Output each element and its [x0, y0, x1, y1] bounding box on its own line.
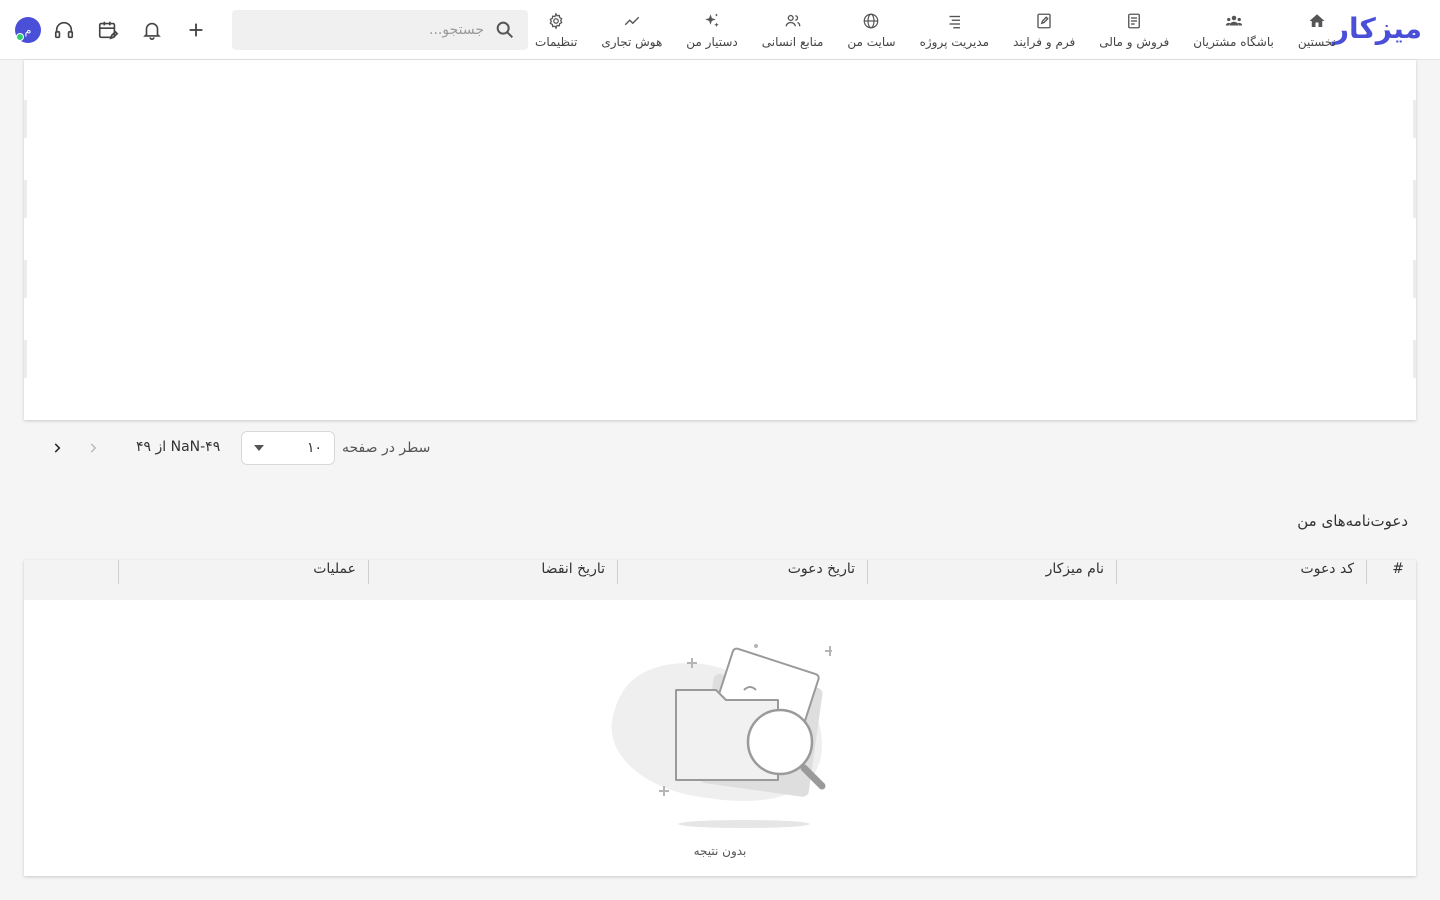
globe-icon	[861, 11, 881, 31]
rows-per-page-value: ۱۰	[306, 440, 322, 456]
row-edge	[24, 100, 27, 138]
nav-label: نخستین	[1297, 35, 1336, 49]
nav-item-sales-finance[interactable]: فروش و مالی	[1087, 0, 1181, 60]
nav-item-human-resources[interactable]: منابع انسانی	[750, 0, 836, 60]
main-nav: نخستین باشگاه مشتریان فروش و مالی فرم و …	[523, 0, 1348, 60]
row-edge	[1413, 260, 1416, 298]
empty-folder-search-icon	[611, 644, 832, 828]
home-icon	[1307, 11, 1327, 31]
nav-item-customer-club[interactable]: باشگاه مشتریان	[1181, 0, 1286, 60]
edit-note-icon	[1034, 11, 1054, 31]
calendar-button[interactable]	[95, 17, 121, 43]
nav-label: فروش و مالی	[1099, 35, 1170, 49]
rows-per-page-select[interactable]: ۱۰	[241, 431, 335, 465]
column-header-index[interactable]: #	[1366, 560, 1416, 584]
nav-item-my-site[interactable]: سایت من	[835, 0, 907, 60]
table-header: # کد دعوت نام میزکار تاریخ دعوت تاریخ ان…	[24, 560, 1416, 600]
search-box[interactable]	[232, 10, 528, 50]
calendar-edit-icon	[98, 21, 119, 40]
column-header-workspace-name[interactable]: نام میزکار	[866, 560, 1116, 584]
prev-page-button[interactable]	[81, 436, 105, 460]
row-edge	[24, 260, 27, 298]
invitations-table: # کد دعوت نام میزکار تاریخ دعوت تاریخ ان…	[24, 560, 1416, 876]
top-navigation-bar: میزکار نخستین باشگاه مشتریان فروش و مالی…	[0, 0, 1440, 60]
column-divider	[118, 560, 119, 584]
chevron-left-icon	[90, 443, 97, 453]
receipt-icon	[1124, 11, 1144, 31]
row-edge	[1413, 180, 1416, 218]
support-button[interactable]	[51, 17, 77, 43]
row-edge	[1413, 100, 1416, 138]
lines-icon	[944, 11, 964, 31]
next-page-button[interactable]	[45, 436, 69, 460]
people-icon	[783, 11, 803, 31]
column-divider	[1116, 560, 1117, 584]
empty-state: بدون نتیجه	[24, 600, 1416, 876]
nav-item-settings[interactable]: تنظیمات	[523, 0, 589, 60]
column-header-invite-date[interactable]: تاریخ دعوت	[617, 560, 867, 584]
content-card	[24, 60, 1416, 420]
gear-icon	[546, 11, 566, 31]
plus-icon	[189, 23, 203, 37]
nav-item-my-assistant[interactable]: دستیار من	[674, 0, 749, 60]
nav-label: تنظیمات	[535, 35, 578, 49]
nav-label: دستیار من	[686, 35, 738, 49]
column-divider	[617, 560, 618, 584]
empty-state-text: بدون نتیجه	[693, 844, 747, 858]
section-title: دعوت‌نامه‌های من	[1297, 512, 1408, 530]
online-status-dot	[16, 33, 24, 41]
sparkle-icon	[702, 11, 722, 31]
page-range-text: NaN-۴۹ از ۴۹	[136, 439, 221, 455]
column-header-expiry-date[interactable]: تاریخ انقضا	[367, 560, 617, 584]
nav-item-home[interactable]: نخستین	[1286, 0, 1348, 60]
row-edge	[24, 340, 27, 378]
row-edge	[1413, 340, 1416, 378]
add-button[interactable]	[183, 17, 209, 43]
nav-label: مدیریت پروژه	[919, 35, 990, 49]
column-header-invite-code[interactable]: کد دعوت	[1116, 560, 1366, 584]
column-divider	[1366, 560, 1367, 584]
search-icon[interactable]	[494, 19, 516, 41]
nav-label: فرم و فرایند	[1013, 35, 1076, 49]
headset-icon	[54, 21, 74, 39]
trend-icon	[622, 11, 642, 31]
nav-item-project-management[interactable]: مدیریت پروژه	[908, 0, 1001, 60]
table-pagination: سطر در صفحه ۱۰ NaN-۴۹ از ۴۹	[24, 430, 444, 466]
nav-item-business-intelligence[interactable]: هوش تجاری	[589, 0, 674, 60]
column-header-actions[interactable]: عملیات	[118, 560, 368, 584]
chevron-down-icon	[254, 445, 264, 451]
notifications-button[interactable]	[139, 17, 165, 43]
nav-label: سایت من	[847, 35, 896, 49]
chevron-right-icon	[54, 443, 61, 453]
column-divider	[867, 560, 868, 584]
nav-label: منابع انسانی	[761, 35, 824, 49]
groups-icon	[1224, 11, 1244, 31]
column-divider	[368, 560, 369, 584]
row-edge	[24, 180, 27, 218]
nav-item-forms-process[interactable]: فرم و فرایند	[1001, 0, 1087, 60]
bell-icon	[143, 22, 161, 40]
search-input[interactable]	[264, 22, 484, 38]
nav-label: باشگاه مشتریان	[1193, 35, 1274, 49]
nav-label: هوش تجاری	[601, 35, 663, 49]
rows-per-page-label: سطر در صفحه	[342, 440, 431, 456]
